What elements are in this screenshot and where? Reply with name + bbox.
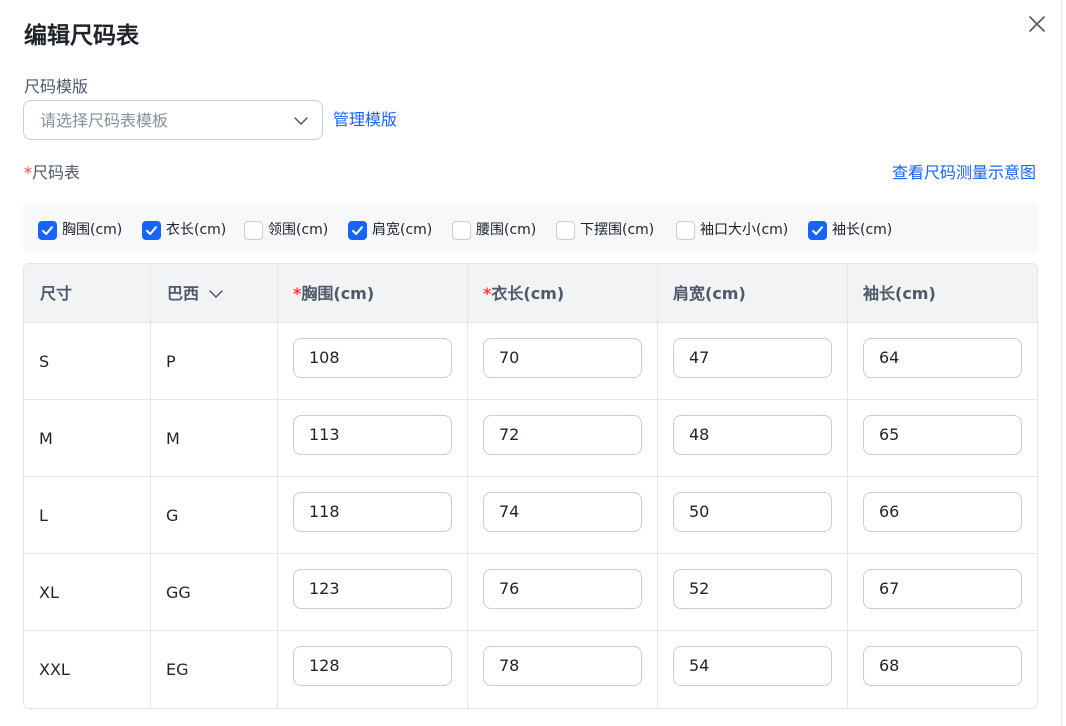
table-header-row: 尺寸 巴西 *胸围(cm) *衣长(cm) 肩宽(cm) 袖长(cm) — [24, 264, 1037, 323]
size-table-label: *尺码表 — [24, 162, 80, 184]
measure-option-checkbox[interactable]: 领围(cm) — [244, 219, 328, 241]
checkbox-checked[interactable] — [38, 220, 57, 240]
chest-input[interactable]: 128 — [293, 646, 452, 686]
table-row: XXL EG 128 78 54 68 — [24, 631, 1037, 708]
header-sleeve: 袖长(cm) — [863, 284, 936, 303]
measure-option-checkbox[interactable]: 袖口大小(cm) — [676, 219, 788, 241]
measurement-options-bar: 胸围(cm) 衣长(cm) 领围(cm) 肩宽(cm) 腰围(cm) 下摆围(cm) 袖口大… — [23, 203, 1038, 253]
region-size-cell: M — [166, 429, 180, 448]
size-table: 尺寸 巴西 *胸围(cm) *衣长(cm) 肩宽(cm) 袖长(cm) S P 10… — [23, 263, 1038, 709]
edit-size-chart-dialog: 编辑尺码表 尺码模版 请选择尺码表模板 管理模版 *尺码表 查看尺码测量示意图 … — [0, 0, 1062, 726]
length-input[interactable]: 72 — [483, 415, 642, 455]
length-input[interactable]: 76 — [483, 569, 642, 609]
sleeve-input[interactable]: 68 — [863, 646, 1022, 686]
template-select[interactable]: 请选择尺码表模板 — [23, 100, 323, 140]
check-icon — [146, 225, 157, 235]
size-cell: L — [39, 506, 48, 525]
sleeve-input[interactable]: 67 — [863, 569, 1022, 609]
chest-input[interactable]: 108 — [293, 338, 452, 378]
shoulder-input[interactable]: 52 — [673, 569, 832, 609]
measure-option-checkbox[interactable]: 袖长(cm) — [808, 219, 892, 241]
sleeve-input[interactable]: 65 — [863, 415, 1022, 455]
size-table-label-text: 尺码表 — [32, 163, 81, 182]
table-row: XL GG 123 76 52 67 — [24, 554, 1037, 631]
size-cell: XXL — [39, 660, 70, 679]
template-label: 尺码模版 — [24, 77, 89, 96]
region-size-cell: P — [166, 352, 176, 371]
header-region-label: 巴西 — [167, 284, 200, 303]
column-divider — [847, 264, 848, 708]
measure-option-label: 领围(cm) — [268, 222, 329, 238]
table-row: M M 113 72 48 65 — [24, 400, 1037, 477]
measure-option-checkbox[interactable]: 腰围(cm) — [452, 219, 536, 241]
column-divider — [467, 264, 468, 708]
chest-input[interactable]: 118 — [293, 492, 452, 532]
measure-option-label: 袖长(cm) — [832, 222, 893, 238]
table-row: S P 108 70 47 64 — [24, 323, 1037, 400]
chevron-down-icon — [294, 117, 308, 125]
measure-option-label: 衣长(cm) — [166, 222, 227, 238]
check-icon — [42, 225, 53, 235]
length-input[interactable]: 70 — [483, 338, 642, 378]
measure-option-label: 袖口大小(cm) — [700, 222, 789, 238]
shoulder-input[interactable]: 47 — [673, 338, 832, 378]
checkbox-checked[interactable] — [808, 220, 827, 240]
header-chest: *胸围(cm) — [277, 264, 374, 323]
header-length-label: 衣长(cm) — [491, 284, 565, 303]
view-measurement-diagram-link[interactable]: 查看尺码测量示意图 — [892, 162, 1036, 184]
shoulder-input[interactable]: 54 — [673, 646, 832, 686]
manage-template-link[interactable]: 管理模版 — [333, 109, 397, 131]
shoulder-input[interactable]: 48 — [673, 415, 832, 455]
header-size: 尺寸 — [40, 284, 73, 303]
region-size-cell: G — [166, 506, 179, 525]
chevron-down-icon — [209, 289, 223, 298]
checkbox-unchecked[interactable] — [676, 220, 695, 240]
measure-option-checkbox[interactable]: 下摆围(cm) — [556, 219, 654, 241]
length-input[interactable]: 78 — [483, 646, 642, 686]
size-cell: XL — [39, 583, 59, 602]
measure-option-checkbox[interactable]: 胸围(cm) — [38, 219, 122, 241]
header-chest-label: 胸围(cm) — [301, 284, 375, 303]
measure-option-label: 肩宽(cm) — [372, 222, 433, 238]
checkbox-checked[interactable] — [142, 220, 161, 240]
close-icon — [1029, 16, 1045, 32]
chest-input[interactable]: 113 — [293, 415, 452, 455]
column-divider — [277, 264, 278, 708]
table-row: L G 118 74 50 66 — [24, 477, 1037, 554]
check-icon — [812, 225, 823, 235]
region-size-cell: GG — [166, 583, 191, 602]
checkbox-unchecked[interactable] — [452, 220, 471, 240]
checkbox-unchecked[interactable] — [244, 220, 263, 240]
dialog-title: 编辑尺码表 — [24, 23, 139, 49]
size-cell: M — [39, 429, 53, 448]
checkbox-checked[interactable] — [348, 220, 367, 240]
checkbox-unchecked[interactable] — [556, 220, 575, 240]
sleeve-input[interactable]: 66 — [863, 492, 1022, 532]
measure-option-checkbox[interactable]: 肩宽(cm) — [348, 219, 432, 241]
region-size-cell: EG — [166, 660, 189, 679]
template-select-placeholder: 请选择尺码表模板 — [40, 111, 169, 130]
measure-option-label: 腰围(cm) — [476, 222, 537, 238]
measure-option-checkbox[interactable]: 衣长(cm) — [142, 219, 226, 241]
required-mark: * — [24, 163, 32, 182]
column-divider — [657, 264, 658, 708]
measure-option-label: 下摆围(cm) — [580, 222, 655, 238]
header-shoulder: 肩宽(cm) — [673, 284, 746, 303]
length-input[interactable]: 74 — [483, 492, 642, 532]
header-region-select[interactable]: 巴西 — [151, 264, 225, 323]
chest-input[interactable]: 123 — [293, 569, 452, 609]
size-cell: S — [39, 352, 50, 371]
check-icon — [352, 225, 363, 235]
shoulder-input[interactable]: 50 — [673, 492, 832, 532]
sleeve-input[interactable]: 64 — [863, 338, 1022, 378]
column-divider — [150, 264, 151, 708]
header-length: *衣长(cm) — [467, 264, 564, 323]
close-button[interactable] — [1026, 13, 1048, 35]
measure-option-label: 胸围(cm) — [62, 222, 123, 238]
